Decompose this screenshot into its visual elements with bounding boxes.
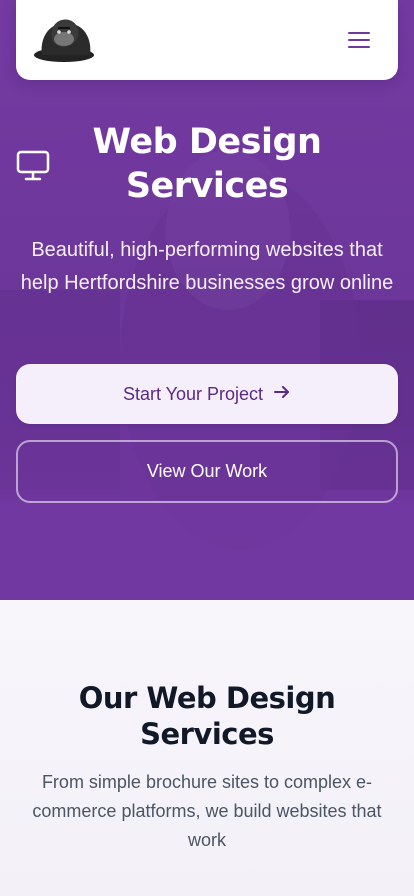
hero-overlay: [0, 0, 414, 600]
hero-subtitle: Beautiful, high-performing websites that…: [20, 239, 394, 294]
view-our-work-label: View Our Work: [146, 461, 268, 481]
gorilla-logo-graphic: [34, 19, 94, 62]
start-project-label: Start Your Project: [122, 383, 264, 404]
start-project-button[interactable]: Start Your Project: [16, 364, 398, 424]
hamburger-menu-icon[interactable]: [346, 27, 372, 53]
hero-title: Web Design Services: [92, 122, 322, 206]
services-title: Our Web Design Services: [78, 681, 336, 751]
arrow-right-icon: [273, 383, 291, 406]
services-subtitle: From simple brochure sites to complex e-…: [32, 772, 382, 850]
hero-section: [0, 0, 414, 600]
services-section: Our Web Design Services From simple broc…: [0, 600, 414, 896]
top-nav: [16, 0, 398, 80]
view-our-work-button[interactable]: View Our Work: [16, 440, 398, 503]
gorilla-logo[interactable]: [32, 11, 96, 63]
